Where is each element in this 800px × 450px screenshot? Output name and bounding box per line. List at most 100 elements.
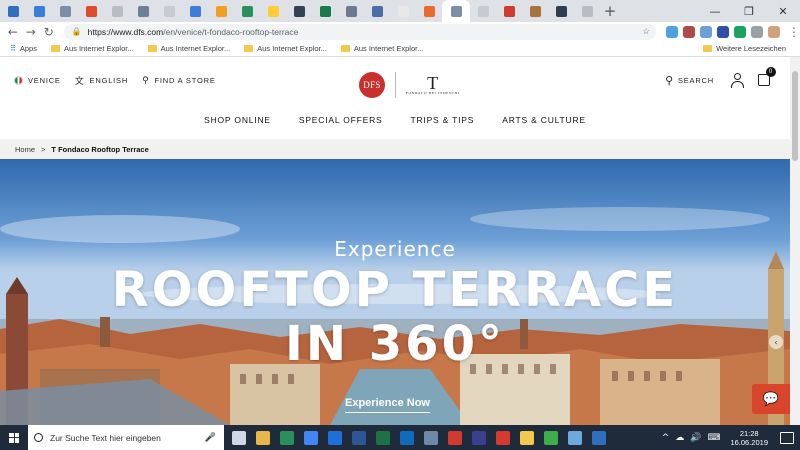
location-label: VENICE (28, 76, 61, 85)
browser-tab[interactable] (156, 0, 182, 22)
browser-tab[interactable] (104, 0, 130, 22)
browser-tab[interactable] (390, 0, 416, 22)
nav-special-offers[interactable]: SPECIAL OFFERS (299, 115, 383, 125)
windows-taskbar: Zur Suche Text hier eingeben 🎤 ^ ☁ 🔊 ⌨ 2… (0, 425, 800, 450)
bookmark-folder[interactable]: Aus Internet Explor... (147, 44, 230, 53)
taskbar-app-icon[interactable] (424, 430, 438, 445)
taskbar-app-icon[interactable] (472, 430, 486, 445)
nav-trips-tips[interactable]: TRIPS & TIPS (410, 115, 474, 125)
back-button[interactable]: ← (4, 25, 22, 39)
other-bookmarks[interactable]: Weitere Lesezeichen (703, 44, 786, 53)
close-window-button[interactable]: ✕ (766, 0, 800, 22)
apps-bookmark[interactable]: ⠿ Apps (10, 44, 37, 53)
find-store-link[interactable]: ⚲ FIND A STORE (142, 76, 216, 86)
taskbar-app-icon[interactable] (352, 430, 366, 445)
browser-tab[interactable] (442, 0, 470, 22)
browser-tab[interactable] (522, 0, 548, 22)
system-clock[interactable]: 21:28 16.06.2019 (730, 429, 768, 447)
extension-icon[interactable] (717, 25, 730, 38)
volume-icon[interactable]: 🔊 (690, 433, 701, 443)
browser-tab[interactable] (574, 0, 600, 22)
page-scrollbar[interactable] (790, 57, 800, 425)
browser-tab[interactable] (0, 0, 26, 22)
chat-icon[interactable]: 💬 (752, 384, 790, 414)
browser-tab[interactable] (130, 0, 156, 22)
nav-arts-culture[interactable]: ARTS & CULTURE (502, 115, 586, 125)
bookmark-star-icon[interactable]: ☆ (642, 27, 650, 37)
utility-links: VENICE 文 ENGLISH ⚲ FIND A STORE (14, 74, 230, 87)
extension-icon[interactable] (734, 25, 747, 38)
nav-shop-online[interactable]: SHOP ONLINE (204, 115, 271, 125)
scrollbar-thumb[interactable] (792, 71, 798, 161)
browser-tab[interactable] (208, 0, 234, 22)
taskbar-app-icon[interactable] (304, 430, 318, 445)
browser-tab[interactable] (496, 0, 522, 22)
taskbar-app-icon[interactable] (400, 430, 414, 445)
tab-favicon-icon (397, 5, 409, 17)
location-selector[interactable]: VENICE (14, 76, 61, 85)
browser-tab[interactable] (470, 0, 496, 22)
folder-icon (50, 45, 60, 52)
experience-now-link[interactable]: Experience Now (345, 397, 430, 413)
browser-tab[interactable] (260, 0, 286, 22)
carousel-arrow-icon[interactable]: ‹ (769, 335, 783, 349)
start-button[interactable] (0, 432, 28, 443)
browser-tab[interactable] (338, 0, 364, 22)
browser-tab[interactable] (416, 0, 442, 22)
browser-tab[interactable] (312, 0, 338, 22)
taskbar-app-icon[interactable] (592, 430, 606, 445)
extension-icon[interactable] (751, 25, 764, 38)
url-field[interactable]: 🔒 https://www.dfs.com/en/venice/t-fondac… (63, 23, 657, 40)
folder-icon (244, 45, 254, 52)
shopping-bag-icon[interactable]: 0 (758, 67, 776, 86)
keyboard-icon[interactable]: ⌨ (707, 433, 720, 443)
search-icon[interactable]: ⚲ (665, 74, 674, 87)
taskbar-search-placeholder: Zur Suche Text hier eingeben (50, 432, 161, 443)
taskbar-search-box[interactable]: Zur Suche Text hier eingeben 🎤 (28, 425, 224, 450)
minimize-button[interactable]: — (698, 0, 732, 22)
forward-button[interactable]: → (22, 25, 40, 39)
browser-tab[interactable] (364, 0, 390, 22)
browser-tab[interactable] (182, 0, 208, 22)
browser-tab[interactable] (234, 0, 260, 22)
extension-icon[interactable] (768, 25, 781, 38)
browser-tab[interactable] (52, 0, 78, 22)
taskbar-app-icon[interactable] (568, 430, 582, 445)
taskbar-app-icon[interactable] (280, 430, 294, 445)
browser-tab-strip: + — ❐ ✕ (0, 0, 800, 22)
bookmark-folder[interactable]: Aus Internet Explor... (340, 44, 423, 53)
reload-button[interactable]: ↻ (40, 25, 58, 39)
account-icon[interactable] (730, 73, 744, 88)
onedrive-icon[interactable]: ☁ (675, 433, 684, 443)
taskbar-app-icon[interactable] (448, 430, 462, 445)
browser-tab[interactable] (78, 0, 104, 22)
tab-favicon-icon (450, 5, 462, 17)
extension-icon[interactable] (666, 25, 679, 38)
browser-menu-icon[interactable]: ⋮ (788, 25, 800, 39)
bookmark-folder[interactable]: Aus Internet Explor... (244, 44, 327, 53)
breadcrumb-current: T Fondaco Rooftop Terrace (51, 144, 149, 154)
tab-favicon-icon (137, 5, 149, 17)
search-label[interactable]: SEARCH (678, 76, 714, 85)
breadcrumb-home[interactable]: Home (15, 145, 35, 154)
new-tab-button[interactable]: + (600, 2, 620, 20)
taskbar-app-icon[interactable] (232, 430, 246, 445)
site-logo[interactable]: DFS T FONDACO DEI TEDESCHI (359, 72, 459, 98)
notification-center-icon[interactable] (780, 431, 794, 444)
taskbar-app-icon[interactable] (376, 430, 390, 445)
browser-tab[interactable] (548, 0, 574, 22)
extension-icon[interactable] (700, 25, 713, 38)
taskbar-app-icon[interactable] (256, 430, 270, 445)
browser-tab[interactable] (26, 0, 52, 22)
language-selector[interactable]: 文 ENGLISH (75, 74, 128, 87)
taskbar-app-icon[interactable] (496, 430, 510, 445)
tray-overflow-icon[interactable]: ^ (662, 433, 670, 443)
browser-tab[interactable] (286, 0, 312, 22)
extension-icon[interactable] (683, 25, 696, 38)
taskbar-app-icon[interactable] (520, 430, 534, 445)
taskbar-app-icon[interactable] (544, 430, 558, 445)
microphone-icon[interactable]: 🎤 (205, 433, 216, 443)
taskbar-app-icon[interactable] (328, 430, 342, 445)
bookmark-folder[interactable]: Aus Internet Explor... (50, 44, 134, 53)
maximize-button[interactable]: ❐ (732, 0, 766, 22)
